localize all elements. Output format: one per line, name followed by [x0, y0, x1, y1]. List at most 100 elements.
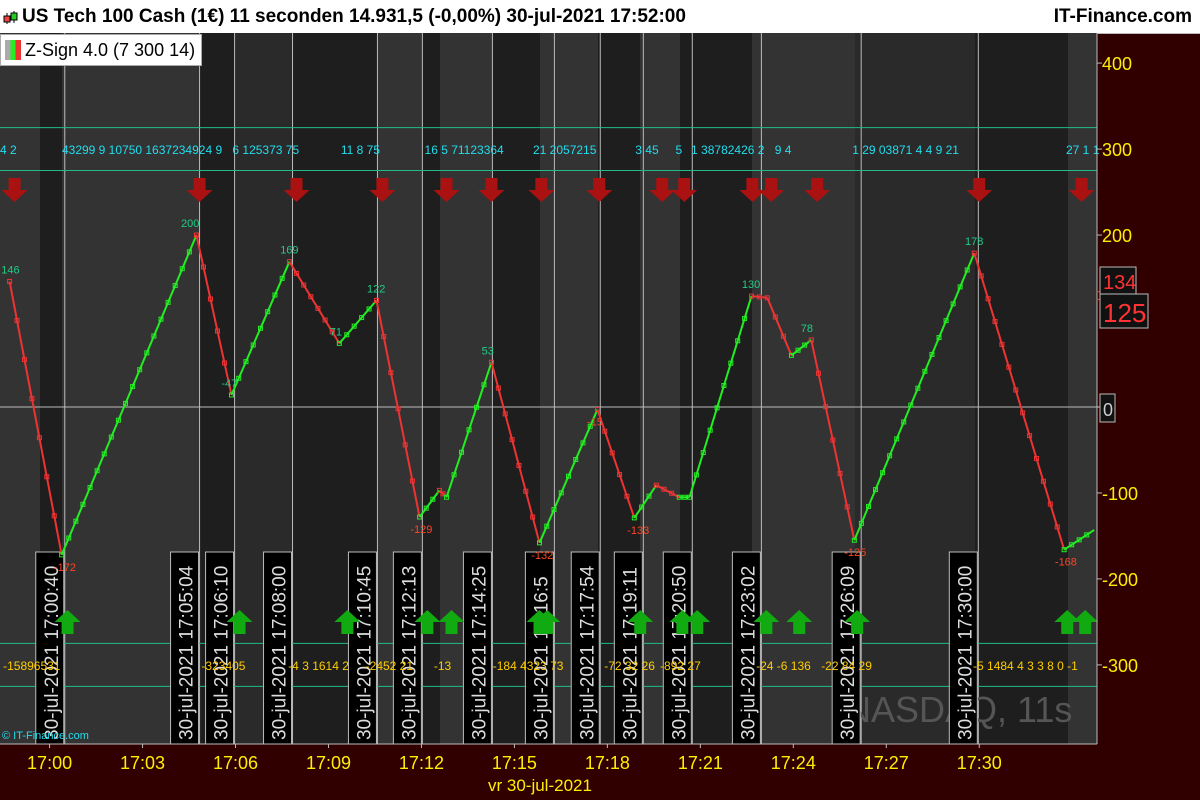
- value-label: -132: [531, 550, 553, 562]
- date-label: 30-jul-2021 17:20:50: [662, 551, 692, 745]
- date-label: 30-jul-2021 17:23:02: [731, 551, 761, 745]
- count-label: 6 125373 75: [232, 143, 299, 157]
- count-label: 4 2: [0, 143, 17, 157]
- date-label: 30-jul-2021 17:30:00: [948, 551, 978, 745]
- count-label: -184 4323 73: [493, 659, 564, 673]
- date-label-text: 30-jul-2021 17:19:11: [620, 567, 641, 740]
- count-label: -15896531: [3, 659, 61, 673]
- date-label: 30-jul-2021 17:17:54: [570, 551, 600, 745]
- value-label: -129: [410, 524, 432, 536]
- value-label: 53: [482, 345, 494, 357]
- background-band: [975, 33, 1068, 744]
- count-label: -5 1484 4 3 3 8 0 -1: [973, 659, 1078, 673]
- background-band: [1068, 33, 1097, 744]
- x-tick-label: 17:27: [864, 753, 909, 773]
- count-label: 27 1 1: [1066, 143, 1100, 157]
- date-label: 30-jul-2021 17:14:25: [462, 551, 492, 745]
- background-band: [0, 33, 40, 744]
- date-label-text: 30-jul-2021 17:17:54: [577, 565, 598, 740]
- date-label: 30-jul-2021 17:12:13: [392, 551, 422, 745]
- count-label: 21 2057215: [533, 143, 597, 157]
- value-label: 146: [1, 264, 19, 276]
- date-label-text: 30-jul-2021 17:08:00: [270, 566, 291, 740]
- date-label: 30-jul-2021 17:26:09: [831, 551, 861, 745]
- date-label-text: 30-jul-2021 17:05:04: [177, 565, 198, 740]
- date-label-text: 30-jul-2021 17:30:00: [955, 566, 976, 740]
- y-tick-label: -200: [1102, 570, 1138, 590]
- count-label: -24 -6 136: [756, 659, 811, 673]
- x-tick-label: 17:30: [957, 753, 1002, 773]
- x-tick-label: 17:09: [306, 753, 351, 773]
- count-label: 16 5 71123364: [425, 143, 505, 157]
- date-label-text: 30-jul-2021 17:14:25: [469, 566, 490, 740]
- background-band: [422, 33, 440, 744]
- value-label: 169: [280, 245, 298, 257]
- value-label: -133: [627, 525, 649, 537]
- date-label: 30-jul-2021 17:10:45: [347, 551, 377, 745]
- count-label: -323405: [201, 659, 245, 673]
- value-label: 78: [801, 323, 813, 335]
- x-tick-label: 17:18: [585, 753, 630, 773]
- y-tick-label: -300: [1102, 656, 1138, 676]
- x-tick-label: 17:21: [678, 753, 723, 773]
- y-tick-label: -100: [1102, 484, 1138, 504]
- indicator-label: Z-Sign 4.0 (7 300 14): [25, 39, 196, 60]
- y-tick-label: 200: [1102, 226, 1132, 246]
- value-label: 178: [965, 236, 983, 248]
- x-axis-label: vr 30-jul-2021: [488, 776, 592, 795]
- date-label: 30-jul-2021 17:00:40: [35, 551, 65, 745]
- count-label: 11 8 75: [341, 143, 380, 157]
- count-label: 9 4: [775, 143, 792, 157]
- x-tick-label: 17:12: [399, 753, 444, 773]
- chart[interactable]: NASDAQ, 11s30-jul-2021 17:00:40 30-jul-20…: [0, 0, 1200, 800]
- count-label: 1 38782426 2: [691, 143, 765, 157]
- date-label: 30-jul-2021 17:19:11: [613, 551, 643, 745]
- date-label: 30-jul-2021 17:05:04: [170, 551, 200, 745]
- date-label-text: 30-jul-2021 17:26:09: [838, 566, 859, 740]
- count-label: -13: [434, 659, 452, 673]
- value-label: -172: [54, 562, 76, 574]
- value-label: 200: [181, 218, 199, 230]
- value-label: -125: [844, 547, 866, 559]
- date-label: 30-jul-2021 17:06:10: [205, 551, 235, 745]
- value-label: -168: [1055, 557, 1077, 569]
- date-label-text: 30-jul-2021 17:00:40: [42, 566, 63, 740]
- indicator-legend[interactable]: Z-Sign 4.0 (7 300 14): [0, 34, 203, 66]
- y-tick-label: 400: [1102, 54, 1132, 74]
- marker-label: 125: [1103, 298, 1146, 328]
- value-marker: 125: [1097, 293, 1149, 329]
- marker-label: 134: [1103, 272, 1136, 294]
- date-label-text: 30-jul-2021 17:06:10: [212, 566, 233, 740]
- value-label: -15: [587, 417, 603, 429]
- count-label: 5: [676, 143, 683, 157]
- x-tick-label: 17:03: [120, 753, 165, 773]
- date-label-text: 30-jul-2021 17:20:50: [669, 566, 690, 740]
- count-label: -4 3 1614 2: [288, 659, 349, 673]
- x-tick-label: 17:00: [27, 753, 72, 773]
- date-label: 30-jul-2021 17:08:00: [263, 551, 293, 745]
- value-label: -47: [221, 378, 237, 390]
- count-label: 43299 9 10750 1637234924 9: [62, 143, 222, 157]
- count-label: -72 32 26: [604, 659, 655, 673]
- count-label: -2452 21: [366, 659, 414, 673]
- count-label: 3 45: [635, 143, 659, 157]
- date-label: 30-jul-2021 17:16:5: [524, 551, 554, 745]
- copyright: © IT-Finance.com: [2, 730, 89, 742]
- value-label: 71: [330, 326, 342, 338]
- value-marker: 134: [1097, 266, 1137, 296]
- marker-label: 0: [1103, 400, 1113, 420]
- value-label: 130: [742, 279, 760, 291]
- date-label-text: 30-jul-2021 17:10:45: [354, 566, 375, 740]
- date-label-text: 30-jul-2021 17:12:13: [399, 566, 420, 740]
- count-label: -22 84 29: [821, 659, 872, 673]
- date-label-text: 30-jul-2021 17:23:02: [738, 566, 759, 740]
- count-label: 1 29 03871 4 4 9 21: [852, 143, 959, 157]
- legend-swatch-icon: [5, 40, 21, 60]
- value-label: 122: [367, 283, 385, 295]
- count-label: -892 27: [660, 659, 701, 673]
- y-tick-label: 300: [1102, 140, 1132, 160]
- x-tick-label: 17:06: [213, 753, 258, 773]
- x-tick-label: 17:24: [771, 753, 816, 773]
- value-marker: 0: [1097, 393, 1116, 423]
- x-tick-label: 17:15: [492, 753, 537, 773]
